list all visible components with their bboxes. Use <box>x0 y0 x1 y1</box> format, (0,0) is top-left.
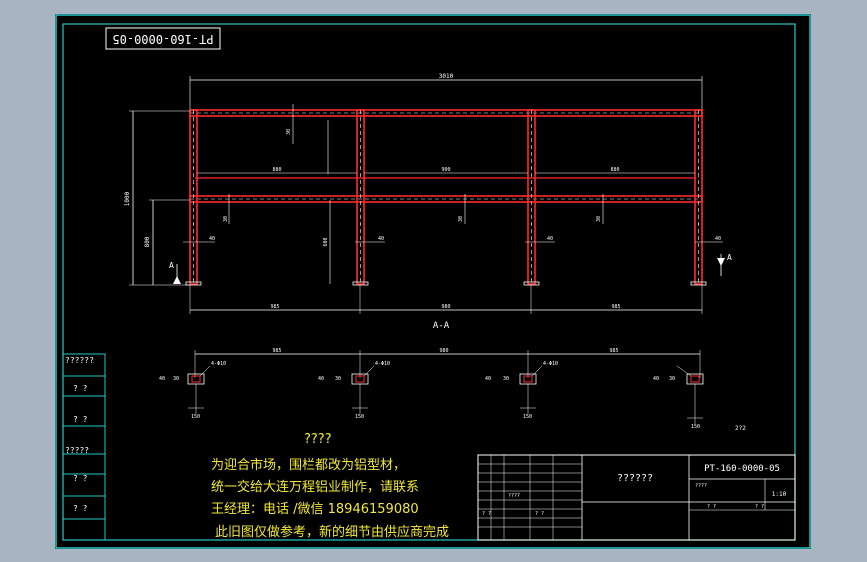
plan-view: 985 980 985 40 30 4-Φ10 150 40 30 4-Φ10 … <box>159 348 746 432</box>
plan-dim-2a: 40 <box>318 376 324 382</box>
note-line-3: 王经理：电话 /微信 18946159080 <box>211 502 419 517</box>
note-line-1: 为迎合市场，围栏都改为铝型材， <box>211 458 407 473</box>
plan-dim-3b: 30 <box>503 376 509 382</box>
plan-dim-4a: 40 <box>653 376 659 382</box>
outer-border <box>55 14 811 549</box>
dim-overall-width: 3010 <box>439 73 454 80</box>
front-elevation: 3010 1000 800 30 30 600 30 30 880 900 88… <box>124 73 732 331</box>
tb-cell-4: ???? <box>508 493 520 499</box>
dim-bay-2: 900 <box>441 167 450 173</box>
note-header: ???? <box>304 432 332 447</box>
plan-plate-dim-3: 150 <box>523 414 532 420</box>
dim-tube-4: 30 <box>596 216 602 222</box>
plan-plate-1: 40 30 4-Φ10 150 <box>159 361 226 420</box>
plan-plate-2: 40 30 4-Φ10 150 <box>318 361 390 420</box>
dim-rail-height: 800 <box>144 236 151 247</box>
title-block-scale: 1:10 <box>772 491 787 498</box>
note-line-4: 此旧图仅做参考，新的细节由供应商完成 <box>215 525 450 540</box>
plan-plate-dim-2: 150 <box>355 414 364 420</box>
title-block-title: ?????? <box>617 473 653 484</box>
dim-offset-1: 40 <box>209 236 215 242</box>
dim-plan-3: 985 <box>609 348 618 354</box>
tb-cell-6: ? ? <box>535 511 544 517</box>
plan-hole-3: 4-Φ10 <box>543 361 558 367</box>
dim-bay-3: 880 <box>610 167 619 173</box>
dim-post-height: 600 <box>323 237 329 246</box>
plan-dim-4b: 30 <box>669 376 675 382</box>
dim-tube-2: 30 <box>223 216 229 222</box>
dim-offset-2: 40 <box>378 236 384 242</box>
section-marker-right: A <box>727 253 732 262</box>
plan-plate-dim-4: 150 <box>691 424 700 430</box>
dim-plan-1: 985 <box>272 348 281 354</box>
plan-dim-1b: 30 <box>173 376 179 382</box>
dim-bottom-2: 980 <box>441 304 450 310</box>
drawing-number-block: PT-160-0000-05 <box>704 464 780 474</box>
tb-cell-3: ? ? <box>755 504 764 510</box>
plan-dim-1a: 40 <box>159 376 165 382</box>
left-table-cell-1: ?????? <box>65 356 94 365</box>
plan-hole-1: 4-Φ10 <box>211 361 226 367</box>
tb-cell-2: ? ? <box>707 504 716 510</box>
page-tag: 2?2 <box>735 425 746 432</box>
left-table-cell-6: ? ? <box>73 504 88 513</box>
left-table-cell-4: ????? <box>65 446 89 455</box>
dim-bottom-1: 985 <box>270 304 279 310</box>
post-1 <box>189 109 198 285</box>
section-marker-left: A <box>169 261 174 270</box>
plan-hole-2: 4-Φ10 <box>375 361 390 367</box>
left-side-table: ?????? ? ? ? ? ????? ? ? ? ? <box>62 353 106 541</box>
plan-plate-dim-1: 150 <box>191 414 200 420</box>
post-3 <box>527 109 536 285</box>
dim-overall-height: 1000 <box>124 191 131 206</box>
section-label: A-A <box>433 321 450 331</box>
inner-frame <box>62 23 796 541</box>
plan-plate-4: 40 30 150 <box>653 365 704 430</box>
cad-drawing-canvas: PT-160-0000-05 ?????? ? ? ? ? ????? ? ? … <box>55 14 811 549</box>
title-block: ?????? PT-160-0000-05 1:10 ???? ? ? ? ? … <box>477 454 796 541</box>
note-line-2: 统一交给大连万程铝业制作，请联系 <box>211 480 420 495</box>
plan-dim-2b: 30 <box>335 376 341 382</box>
dim-bottom-3: 985 <box>611 304 620 310</box>
plan-dim-3a: 40 <box>485 376 491 382</box>
dim-bay-1: 880 <box>272 167 281 173</box>
drawing-number-top: PT-160-0000-05 <box>112 32 213 46</box>
dim-offset-4: 40 <box>715 236 721 242</box>
left-table-cell-5: ? ? <box>73 474 88 483</box>
dim-plan-2: 980 <box>439 348 448 354</box>
post-2 <box>356 109 365 285</box>
plan-plate-3: 40 30 4-Φ10 150 <box>485 361 558 420</box>
post-4 <box>694 109 703 285</box>
tb-cell-5: ? ? <box>482 511 491 517</box>
left-table-cell-3: ? ? <box>73 415 88 424</box>
dim-offset-3: 40 <box>547 236 553 242</box>
dim-tube-1: 30 <box>286 129 292 135</box>
dim-tube-3: 30 <box>458 216 464 222</box>
cad-drawing: PT-160-0000-05 ?????? ? ? ? ? ????? ? ? … <box>55 14 811 549</box>
tb-cell-1: ???? <box>695 483 707 489</box>
left-table-cell-2: ? ? <box>73 384 88 393</box>
